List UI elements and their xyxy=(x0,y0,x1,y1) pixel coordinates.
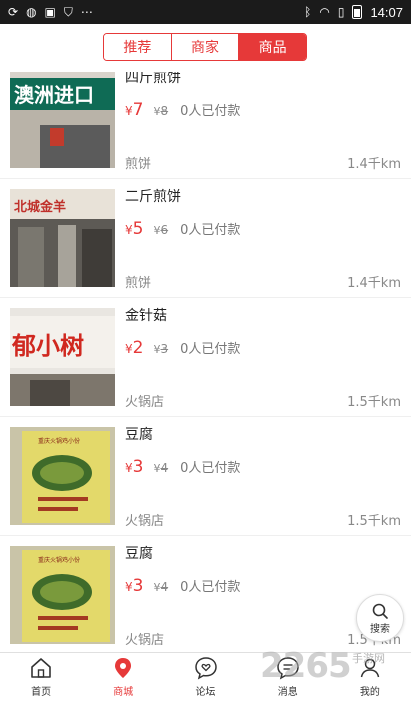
sign-text: 北城金羊 xyxy=(14,199,66,215)
segmented-control: 推荐 商家 商品 xyxy=(103,33,307,61)
original-currency: ¥ xyxy=(153,343,161,356)
category: 煎饼 xyxy=(125,276,152,291)
price-row: ¥ 3 ¥ 4 0人已付款 xyxy=(125,457,240,477)
search-fab[interactable]: 搜索 xyxy=(356,594,404,642)
product-title: 金针菇 xyxy=(125,308,167,324)
sign-text: 郁小树 xyxy=(11,332,84,360)
tab-home-label: 首页 xyxy=(31,687,52,698)
battery-icon xyxy=(352,5,363,19)
watermark: 2265 xyxy=(260,646,352,686)
list-item[interactable]: 重庆火锅鸡小份 豆腐 ¥ 3 ¥ 4 0人已付款 火锅店 1.5千km xyxy=(0,536,411,652)
paid-count: 0人已付款 xyxy=(180,223,241,238)
price: 3 xyxy=(132,576,144,596)
list-item[interactable]: 重庆火锅鸡小份 豆腐 ¥ 3 ¥ 4 0人已付款 火锅店 1.5千km xyxy=(0,417,411,535)
paid-count: 0人已付款 xyxy=(180,461,241,476)
currency-symbol: ¥ xyxy=(125,461,133,475)
search-icon xyxy=(372,603,388,619)
sign-text: 重庆火锅鸡小份 xyxy=(38,437,80,445)
category: 火锅店 xyxy=(125,514,165,529)
product-title: 豆腐 xyxy=(125,546,153,562)
price-row: ¥ 5 ¥ 6 0人已付款 xyxy=(125,219,240,239)
tab-forum-label: 论坛 xyxy=(195,687,216,698)
list-item[interactable]: 北城金羊 二斤煎饼 ¥ 5 ¥ 6 0人已付款 煎饼 1.4千km xyxy=(0,179,411,297)
globe-icon: ◍ xyxy=(26,5,37,19)
chat-heart-icon xyxy=(194,657,217,680)
price: 5 xyxy=(132,219,144,239)
original-price: 4 xyxy=(160,580,169,594)
paid-count: 0人已付款 xyxy=(180,104,241,119)
distance: 1.5千km xyxy=(347,395,401,410)
status-bar-left: ⟳ ◍ ▣ ⛉ ⋯ xyxy=(8,6,93,18)
distance: 1.4千km xyxy=(347,276,401,291)
header: 推荐 商家 商品 xyxy=(0,24,411,73)
search-fab-label: 搜索 xyxy=(370,623,390,635)
original-price: 3 xyxy=(160,342,169,356)
category: 火锅店 xyxy=(125,633,165,648)
original-currency: ¥ xyxy=(153,105,161,118)
paid-count: 0人已付款 xyxy=(180,342,241,357)
more-icon: ⋯ xyxy=(80,5,93,19)
shield-icon: ⛉ xyxy=(63,5,73,19)
currency-symbol: ¥ xyxy=(125,223,133,237)
sign-text: 澳洲进口 xyxy=(14,83,94,107)
status-time: 14:07 xyxy=(370,4,403,20)
price: 2 xyxy=(132,338,144,358)
distance: 1.5千km xyxy=(347,514,401,529)
product-image: 重庆火锅鸡小份 xyxy=(10,427,115,525)
tab-mall-label: 商城 xyxy=(113,687,134,698)
tab-recommend[interactable]: 推荐 xyxy=(104,34,171,60)
category: 煎饼 xyxy=(125,157,152,172)
tab-mall[interactable]: 商城 xyxy=(82,653,164,701)
status-bar-right: ᛒ ◠ ▯ 14:07 xyxy=(304,5,403,20)
location-pin-icon xyxy=(115,658,132,678)
product-title: 四斤煎饼 xyxy=(125,72,181,86)
original-price: 6 xyxy=(160,223,169,237)
price-row: ¥ 3 ¥ 4 0人已付款 xyxy=(125,576,240,596)
tab-products[interactable]: 商品 xyxy=(238,34,306,60)
currency-symbol: ¥ xyxy=(125,342,133,356)
product-image: 郁小树 xyxy=(10,308,115,406)
paid-count: 0人已付款 xyxy=(180,580,241,595)
sync-icon: ⟳ xyxy=(8,5,19,19)
tab-forum[interactable]: 论坛 xyxy=(164,653,246,701)
image-icon: ▣ xyxy=(44,5,56,19)
watermark-sub: 手游网 xyxy=(352,652,385,665)
bluetooth-icon: ᛒ xyxy=(304,5,312,19)
list-item[interactable]: 澳洲进口 四斤煎饼 ¥ 7 ¥ 8 0人已付款 煎饼 1.4千km xyxy=(0,72,411,178)
category: 火锅店 xyxy=(125,395,165,410)
price-row: ¥ 7 ¥ 8 0人已付款 xyxy=(125,100,240,120)
currency-symbol: ¥ xyxy=(125,104,133,118)
sign-text: 重庆火锅鸡小份 xyxy=(38,556,80,564)
price-row: ¥ 2 ¥ 3 0人已付款 xyxy=(125,338,240,358)
distance: 1.4千km xyxy=(347,157,401,172)
list-item[interactable]: 郁小树 金针菇 ¥ 2 ¥ 3 0人已付款 火锅店 1.5千km xyxy=(0,298,411,416)
product-image: 澳洲进口 xyxy=(10,72,115,168)
watermark-text: 2265 xyxy=(260,646,352,686)
tab-merchants[interactable]: 商家 xyxy=(170,34,239,60)
home-icon xyxy=(31,658,51,678)
original-currency: ¥ xyxy=(153,462,161,475)
price: 7 xyxy=(132,100,144,120)
product-title: 二斤煎饼 xyxy=(125,189,181,205)
tab-home[interactable]: 首页 xyxy=(0,653,82,701)
price: 3 xyxy=(132,457,144,477)
product-image: 重庆火锅鸡小份 xyxy=(10,546,115,644)
original-currency: ¥ xyxy=(153,224,161,237)
product-list[interactable]: 澳洲进口 四斤煎饼 ¥ 7 ¥ 8 0人已付款 煎饼 1.4千km 北城金羊 二… xyxy=(0,72,411,652)
sim-icon: ▯ xyxy=(337,5,345,19)
original-price: 8 xyxy=(160,104,169,118)
tab-profile-label: 我的 xyxy=(359,687,380,698)
product-title: 豆腐 xyxy=(125,427,153,443)
original-currency: ¥ xyxy=(153,581,161,594)
original-price: 4 xyxy=(160,461,169,475)
status-bar: ⟳ ◍ ▣ ⛉ ⋯ ᛒ ◠ ▯ 14:07 xyxy=(0,0,411,24)
wifi-icon: ◠ xyxy=(319,5,330,19)
product-image: 北城金羊 xyxy=(10,189,115,287)
currency-symbol: ¥ xyxy=(125,580,133,594)
